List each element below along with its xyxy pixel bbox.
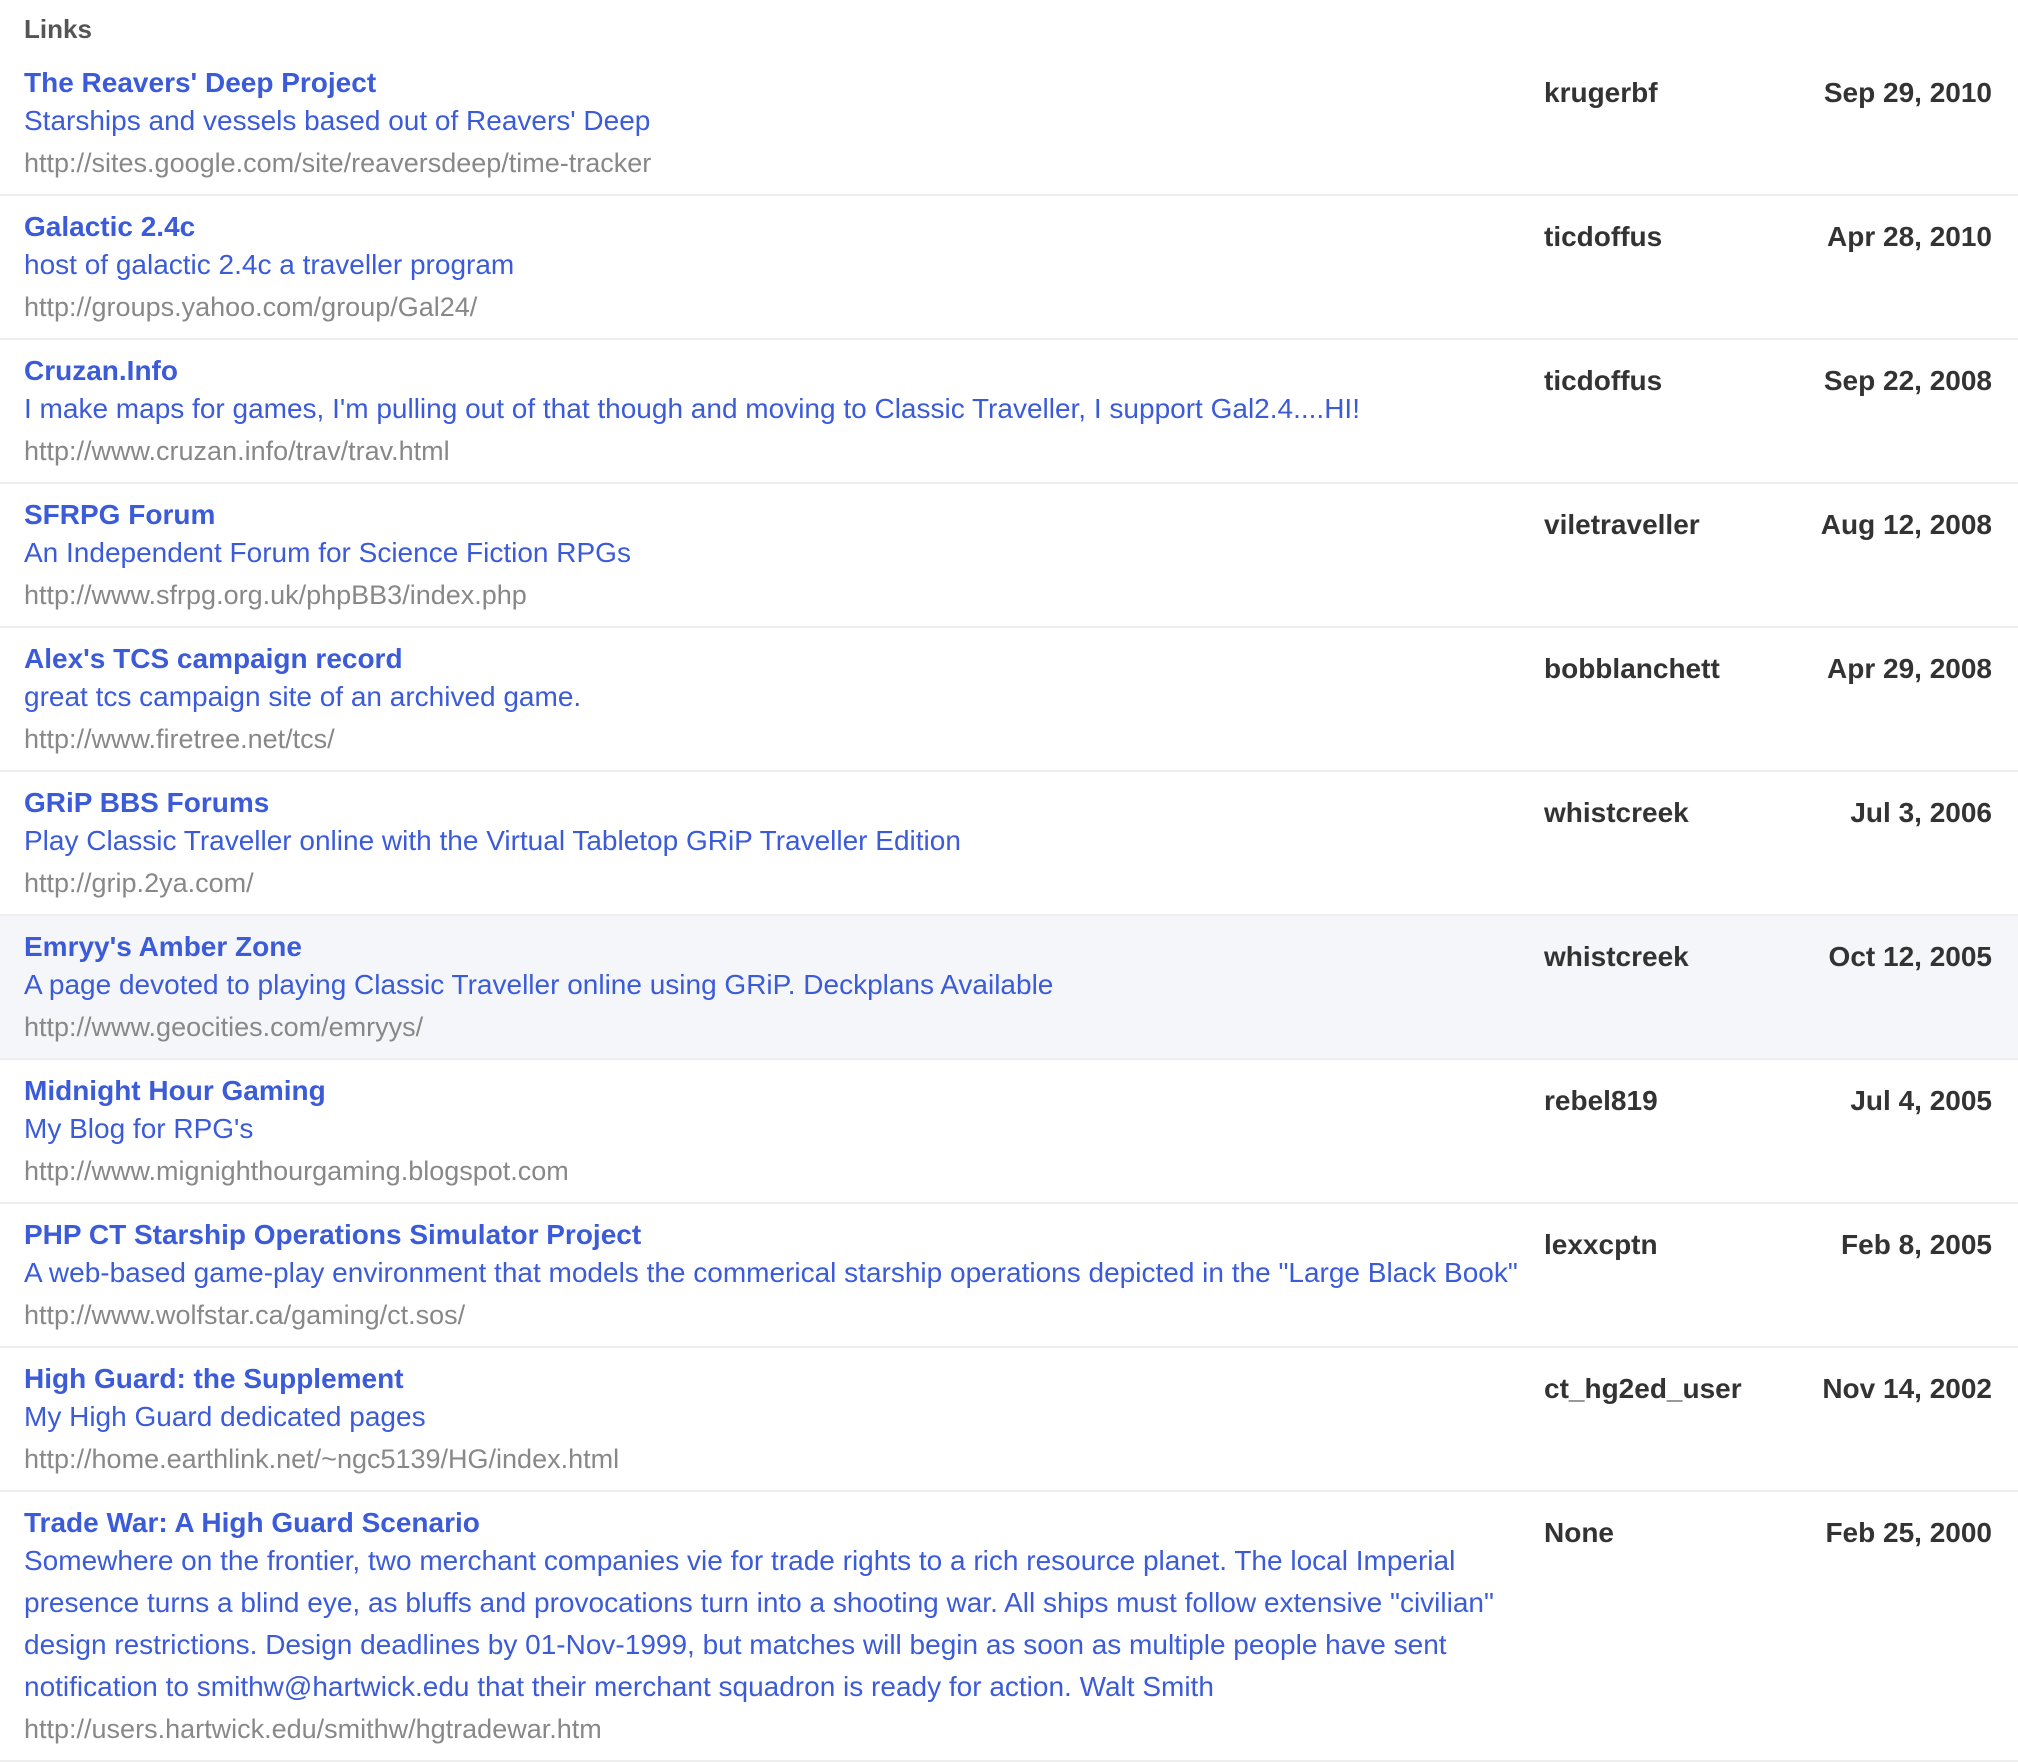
submitted-date: Oct 12, 2005 [1828,941,1992,972]
submitter-name: lexxcptn [1544,1229,1658,1260]
link-description[interactable]: Starships and vessels based out of Reave… [24,100,1544,142]
link-title[interactable]: PHP CT Starship Operations Simulator Pro… [24,1218,1544,1252]
section-heading: Links [24,14,92,44]
table-row: Emryy's Amber Zone A page devoted to pla… [0,915,2018,1059]
link-title[interactable]: GRiP BBS Forums [24,786,1544,820]
link-description[interactable]: A page devoted to playing Classic Travel… [24,964,1544,1006]
link-url: http://www.cruzan.info/trav/trav.html [24,436,450,466]
table-row: Midnight Hour Gaming My Blog for RPG's h… [0,1059,2018,1203]
submitted-date: Feb 25, 2000 [1825,1517,1992,1548]
link-title[interactable]: Midnight Hour Gaming [24,1074,1544,1108]
link-cell: Cruzan.Info I make maps for games, I'm p… [0,339,1544,483]
submitted-date: Apr 29, 2008 [1827,653,1992,684]
links-table-body: The Reavers' Deep Project Starships and … [0,52,2018,1761]
link-cell: Galactic 2.4c host of galactic 2.4c a tr… [0,195,1544,339]
link-description[interactable]: An Independent Forum for Science Fiction… [24,532,1544,574]
link-title[interactable]: Cruzan.Info [24,354,1544,388]
link-title[interactable]: Galactic 2.4c [24,210,1544,244]
link-url: http://www.wolfstar.ca/gaming/ct.sos/ [24,1300,466,1330]
link-description[interactable]: A web-based game-play environment that m… [24,1252,1544,1294]
link-description[interactable]: My Blog for RPG's [24,1108,1544,1150]
link-url: http://www.firetree.net/tcs/ [24,724,335,754]
link-description[interactable]: I make maps for games, I'm pulling out o… [24,388,1544,430]
table-row: SFRPG Forum An Independent Forum for Sci… [0,483,2018,627]
link-cell: Emryy's Amber Zone A page devoted to pla… [0,915,1544,1059]
table-row: GRiP BBS Forums Play Classic Traveller o… [0,771,2018,915]
link-description[interactable]: Somewhere on the frontier, two merchant … [24,1540,1544,1708]
link-title[interactable]: High Guard: the Supplement [24,1362,1544,1396]
submitted-date: Jul 3, 2006 [1850,797,1992,828]
links-panel: Links The Reavers' Deep Project Starship… [0,0,2018,1762]
link-url: http://home.earthlink.net/~ngc5139/HG/in… [24,1444,620,1474]
table-row: Alex's TCS campaign record great tcs cam… [0,627,2018,771]
table-row: Galactic 2.4c host of galactic 2.4c a tr… [0,195,2018,339]
table-row: The Reavers' Deep Project Starships and … [0,52,2018,195]
submitted-date: Sep 22, 2008 [1823,365,1992,396]
submitted-date: Feb 8, 2005 [1841,1229,1992,1260]
link-cell: GRiP BBS Forums Play Classic Traveller o… [0,771,1544,915]
table-row: High Guard: the Supplement My High Guard… [0,1347,2018,1491]
link-cell: Trade War: A High Guard Scenario Somewhe… [0,1491,1544,1761]
link-url: http://sites.google.com/site/reaversdeep… [24,148,652,178]
submitter-name: whistcreek [1544,797,1689,828]
link-cell: PHP CT Starship Operations Simulator Pro… [0,1203,1544,1347]
link-cell: Alex's TCS campaign record great tcs cam… [0,627,1544,771]
table-row: Trade War: A High Guard Scenario Somewhe… [0,1491,2018,1761]
table-row: Cruzan.Info I make maps for games, I'm p… [0,339,2018,483]
link-title[interactable]: Alex's TCS campaign record [24,642,1544,676]
table-row: PHP CT Starship Operations Simulator Pro… [0,1203,2018,1347]
link-cell: The Reavers' Deep Project Starships and … [0,52,1544,195]
link-cell: SFRPG Forum An Independent Forum for Sci… [0,483,1544,627]
submitter-name: rebel819 [1544,1085,1658,1116]
link-cell: Midnight Hour Gaming My Blog for RPG's h… [0,1059,1544,1203]
link-title[interactable]: The Reavers' Deep Project [24,66,1544,100]
link-description[interactable]: Play Classic Traveller online with the V… [24,820,1544,862]
submitted-date: Apr 28, 2010 [1827,221,1992,252]
link-description[interactable]: host of galactic 2.4c a traveller progra… [24,244,1544,286]
submitter-name: ticdoffus [1544,221,1663,252]
links-table: The Reavers' Deep Project Starships and … [0,52,2018,1762]
submitted-date: Jul 4, 2005 [1850,1085,1992,1116]
link-title[interactable]: Trade War: A High Guard Scenario [24,1506,1544,1540]
submitter-name: ct_hg2ed_user [1544,1373,1742,1404]
link-url: http://grip.2ya.com/ [24,868,254,898]
link-title[interactable]: SFRPG Forum [24,498,1544,532]
submitter-name: ticdoffus [1544,365,1663,396]
link-cell: High Guard: the Supplement My High Guard… [0,1347,1544,1491]
link-url: http://www.sfrpg.org.uk/phpBB3/index.php [24,580,527,610]
submitter-name: bobblanchett [1544,653,1720,684]
link-url: http://users.hartwick.edu/smithw/hgtrade… [24,1714,602,1744]
submitted-date: Sep 29, 2010 [1823,77,1992,108]
link-description[interactable]: great tcs campaign site of an archived g… [24,676,1544,718]
submitter-name: viletraveller [1544,509,1700,540]
submitter-name: whistcreek [1544,941,1689,972]
link-title[interactable]: Emryy's Amber Zone [24,930,1544,964]
submitted-date: Nov 14, 2002 [1822,1373,1992,1404]
link-url: http://groups.yahoo.com/group/Gal24/ [24,292,478,322]
submitter-name: krugerbf [1544,77,1658,108]
link-url: http://www.mignighthourgaming.blogspot.c… [24,1156,569,1186]
link-url: http://www.geocities.com/emryys/ [24,1012,424,1042]
link-description[interactable]: My High Guard dedicated pages [24,1396,1544,1438]
submitter-name: None [1544,1517,1614,1548]
submitted-date: Aug 12, 2008 [1820,509,1992,540]
